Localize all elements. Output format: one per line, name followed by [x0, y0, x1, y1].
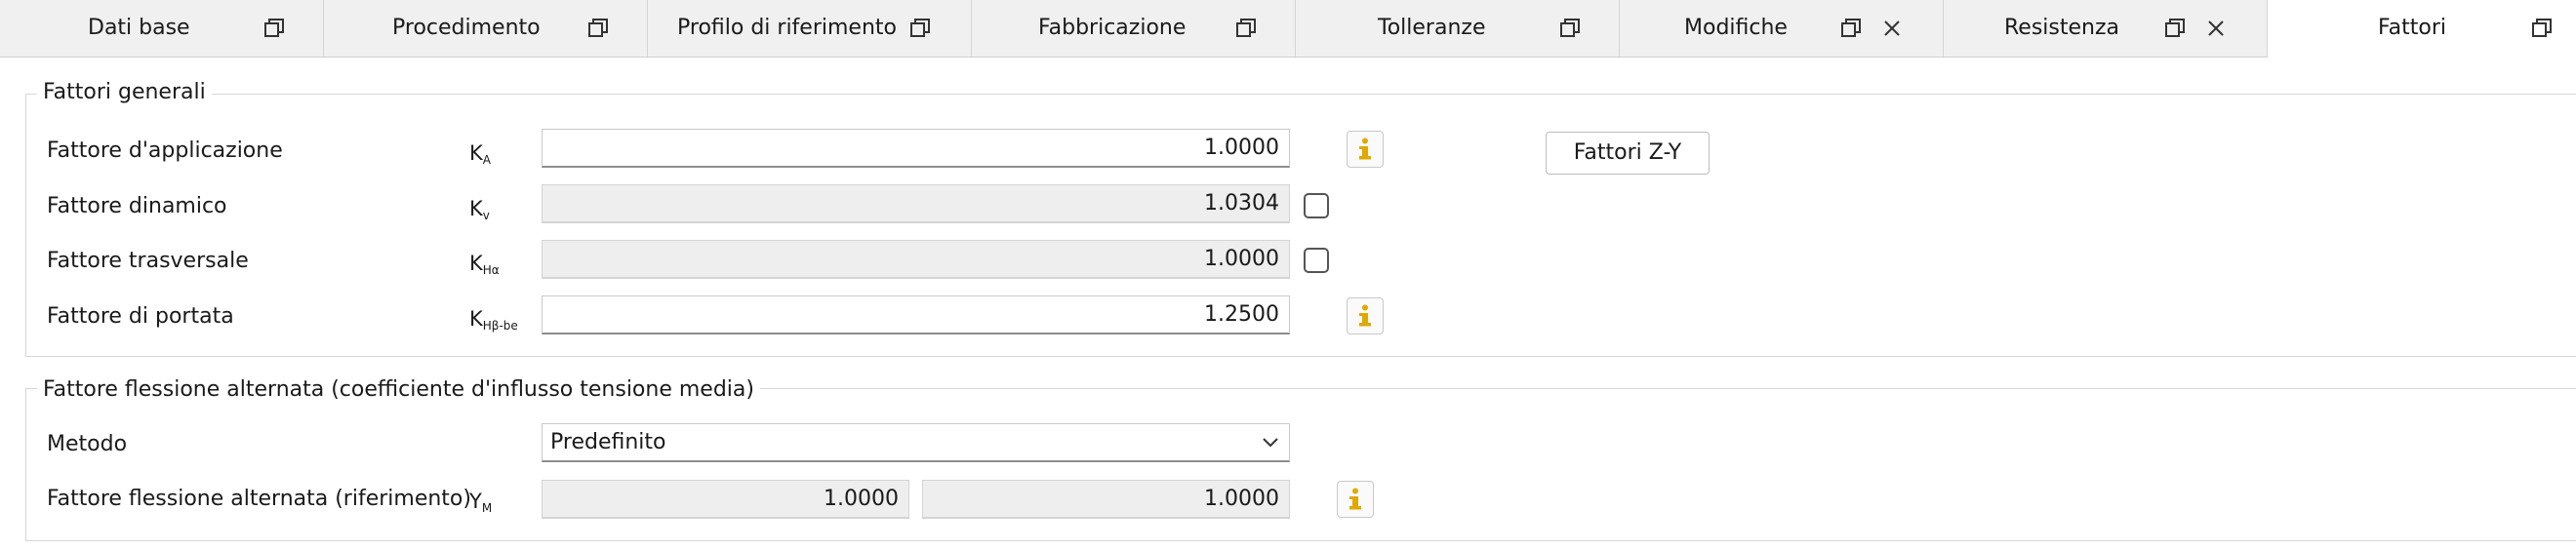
- symbol: KA: [469, 141, 491, 167]
- info-icon: [1359, 304, 1371, 327]
- group-title: Fattore flessione alternata (coefficient…: [37, 376, 760, 404]
- window-restore-icon[interactable]: [909, 18, 931, 39]
- alternating-factor-field-1: 1.0000: [542, 480, 909, 519]
- tab-bar: Dati base Procedimento Profilo di riferi…: [0, 0, 2576, 58]
- row-label: Fattore trasversale: [47, 249, 249, 273]
- tab-profilo-di-riferimento[interactable]: Profilo di riferimento: [648, 0, 972, 57]
- row-label: Metodo: [47, 432, 128, 456]
- group-title: Fattori generali: [37, 79, 212, 106]
- info-button[interactable]: [1347, 297, 1384, 334]
- window-restore-icon[interactable]: [587, 18, 609, 39]
- general-factors-group: [25, 94, 2576, 357]
- transverse-factor-checkbox[interactable]: [1304, 248, 1329, 273]
- dynamic-factor-field: 1.0304: [542, 184, 1290, 223]
- tab-label: Fattori: [2378, 16, 2446, 40]
- symbol: YM: [469, 490, 493, 515]
- row-label: Fattore di portata: [47, 304, 234, 329]
- load-factor-input[interactable]: 1.2500: [542, 295, 1290, 334]
- tab-modifiche[interactable]: Modifiche: [1620, 0, 1944, 57]
- close-icon[interactable]: [1881, 18, 1903, 39]
- window-restore-icon[interactable]: [2531, 18, 2553, 39]
- application-factor-input[interactable]: 1.0000: [542, 129, 1290, 168]
- tab-label: Dati base: [88, 16, 190, 40]
- tab-tolleranze[interactable]: Tolleranze: [1296, 0, 1620, 57]
- tab-resistenza[interactable]: Resistenza: [1944, 0, 2268, 57]
- info-button[interactable]: [1347, 131, 1384, 168]
- tab-label: Modifiche: [1684, 16, 1788, 40]
- tab-label: Resistenza: [2004, 16, 2120, 40]
- row-label: Fattore dinamico: [47, 194, 227, 218]
- symbol: Kv: [469, 197, 490, 222]
- tab-fattori[interactable]: Fattori: [2268, 0, 2576, 58]
- window-restore-icon[interactable]: [263, 18, 285, 39]
- window-restore-icon[interactable]: [1235, 18, 1257, 39]
- chevron-down-icon: [1263, 438, 1278, 448]
- method-select[interactable]: Predefinito: [542, 423, 1290, 462]
- tab-label: Profilo di riferimento: [677, 16, 897, 40]
- alternating-factor-field-2: 1.0000: [922, 480, 1290, 519]
- dynamic-factor-checkbox[interactable]: [1304, 193, 1329, 218]
- window-restore-icon[interactable]: [1559, 18, 1581, 39]
- tab-label: Procedimento: [392, 16, 541, 40]
- symbol: KHα: [469, 252, 500, 277]
- tab-procedimento[interactable]: Procedimento: [324, 0, 648, 57]
- symbol: KHβ-be: [469, 307, 518, 333]
- transverse-factor-field: 1.0000: [542, 240, 1290, 279]
- alternating-bending-group: [25, 388, 2576, 541]
- window-restore-icon[interactable]: [1840, 18, 1862, 39]
- z-y-factors-button[interactable]: Fattori Z-Y: [1546, 132, 1710, 175]
- info-icon: [1349, 488, 1361, 510]
- close-icon[interactable]: [2205, 18, 2227, 39]
- tab-label: Tolleranze: [1378, 16, 1486, 40]
- info-button[interactable]: [1337, 481, 1374, 518]
- tab-dati-base[interactable]: Dati base: [0, 0, 324, 57]
- row-label: Fattore d'applicazione: [47, 138, 283, 163]
- info-icon: [1359, 138, 1371, 160]
- row-label: Fattore flessione alternata (riferimento…: [47, 487, 471, 511]
- tab-fabbricazione[interactable]: Fabbricazione: [972, 0, 1296, 57]
- method-selected-value: Predefinito: [550, 430, 666, 454]
- window-restore-icon[interactable]: [2164, 18, 2186, 39]
- tab-label: Fabbricazione: [1038, 16, 1187, 40]
